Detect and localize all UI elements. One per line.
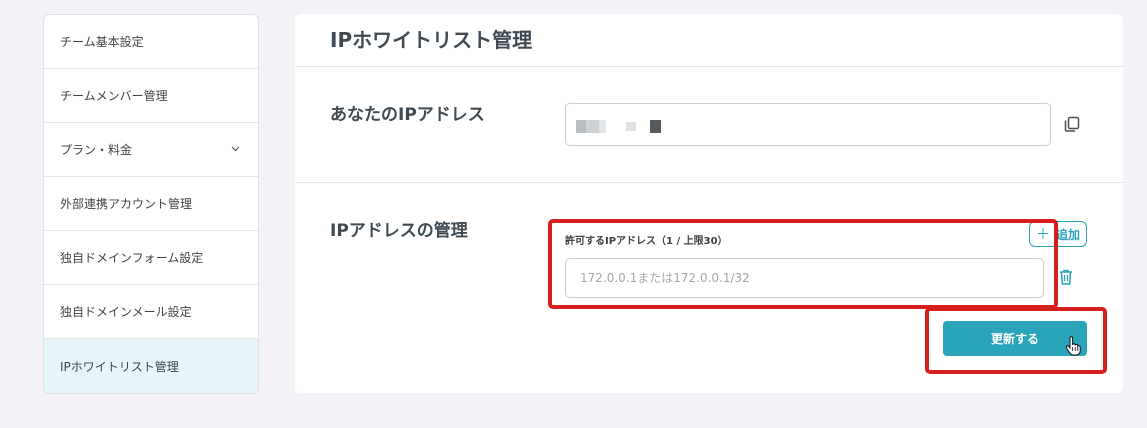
settings-sidebar: チーム基本設定 チームメンバー管理 プラン・料金 外部連携アカウント管理 独自ド… bbox=[43, 14, 259, 394]
redacted-ip-block bbox=[650, 120, 661, 133]
main-panel: IPホワイトリスト管理 あなたのIPアドレス IPアドレスの管理 許可するIPア… bbox=[295, 14, 1123, 393]
divider bbox=[295, 66, 1123, 67]
your-ip-display bbox=[565, 103, 1051, 146]
sidebar-item-external-accounts[interactable]: 外部連携アカウント管理 bbox=[44, 177, 258, 231]
allowed-ip-input[interactable] bbox=[565, 258, 1044, 298]
sidebar-item-label: チームメンバー管理 bbox=[60, 89, 168, 103]
sidebar-item-team-basic[interactable]: チーム基本設定 bbox=[44, 15, 258, 69]
your-ip-label: あなたのIPアドレス bbox=[330, 105, 485, 125]
allowed-ip-field-label: 許可するIPアドレス（1 / 上限30） bbox=[565, 236, 728, 247]
sidebar-item-label: IPホワイトリスト管理 bbox=[60, 360, 179, 374]
trash-icon[interactable] bbox=[1058, 268, 1074, 286]
hand-cursor-icon bbox=[1065, 336, 1081, 356]
redacted-ip-block bbox=[586, 120, 599, 133]
sidebar-item-ip-whitelist[interactable]: IPホワイトリスト管理 bbox=[44, 339, 258, 393]
redacted-ip-block bbox=[626, 122, 636, 131]
chevron-down-icon bbox=[231, 144, 240, 155]
plus-icon: ＋ bbox=[1035, 227, 1050, 243]
copy-icon[interactable] bbox=[1063, 115, 1081, 133]
sidebar-item-plan-pricing[interactable]: プラン・料金 bbox=[44, 123, 258, 177]
add-ip-button-label: 追加 bbox=[1055, 227, 1080, 242]
page-title: IPホワイトリスト管理 bbox=[330, 28, 533, 52]
sidebar-item-label: プラン・料金 bbox=[60, 143, 133, 157]
sidebar-item-label: 独自ドメインフォーム設定 bbox=[60, 251, 204, 265]
sidebar-item-custom-domain-form[interactable]: 独自ドメインフォーム設定 bbox=[44, 231, 258, 285]
add-ip-button[interactable]: ＋ 追加 bbox=[1029, 221, 1087, 247]
sidebar-item-label: チーム基本設定 bbox=[60, 35, 144, 49]
sidebar-item-label: 外部連携アカウント管理 bbox=[60, 197, 193, 211]
sidebar-item-label: 独自ドメインメール設定 bbox=[60, 305, 192, 319]
redacted-ip-block bbox=[599, 120, 606, 133]
redacted-ip-block bbox=[576, 120, 586, 133]
ip-management-label: IPアドレスの管理 bbox=[330, 221, 468, 241]
sidebar-item-custom-domain-mail[interactable]: 独自ドメインメール設定 bbox=[44, 285, 258, 339]
divider bbox=[295, 182, 1123, 183]
sidebar-item-team-members[interactable]: チームメンバー管理 bbox=[44, 69, 258, 123]
